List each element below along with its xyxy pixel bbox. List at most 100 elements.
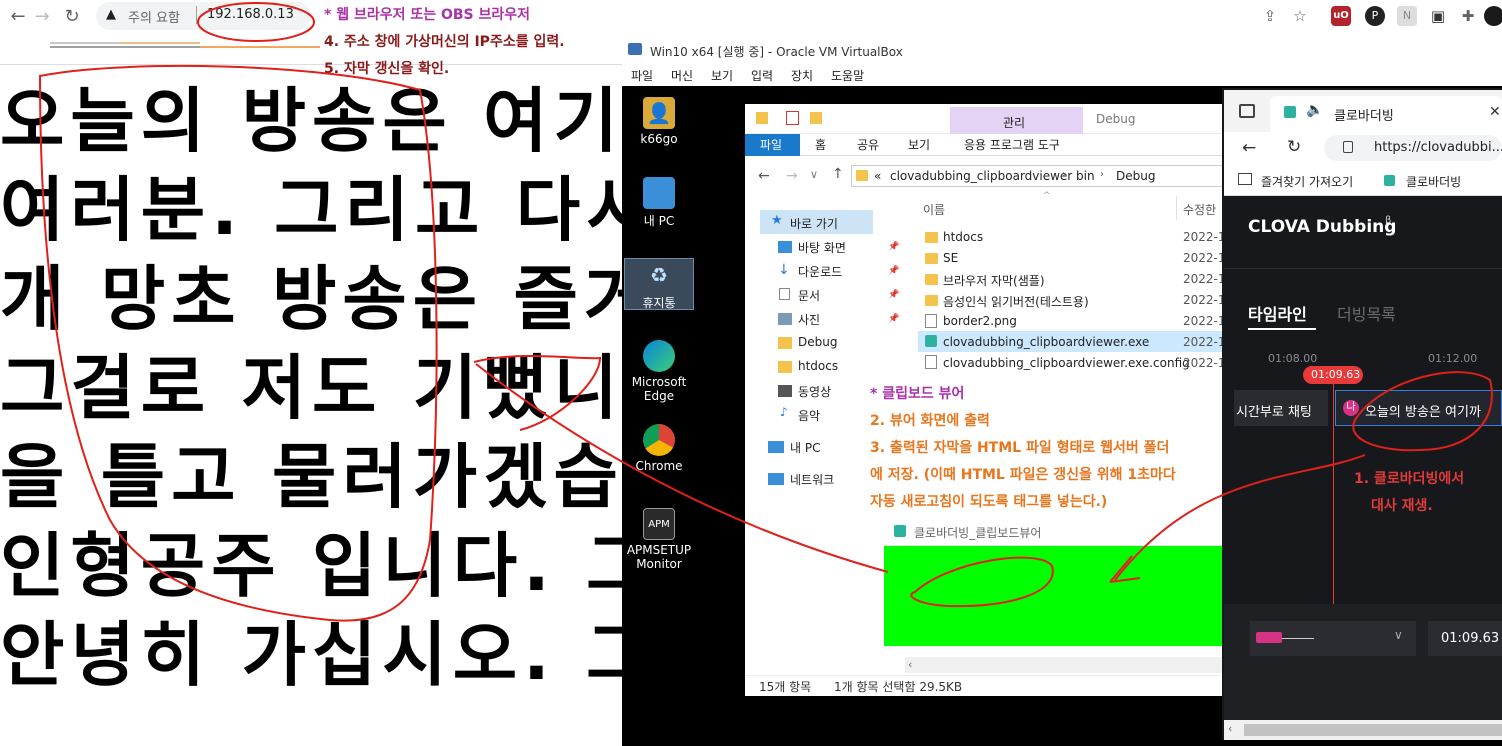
broadcast-line: 을 틀고 물러가겠습 — [0, 436, 622, 518]
vbox-menu-view[interactable]: 보기 — [711, 67, 733, 84]
file-row-name[interactable]: SE — [943, 251, 958, 265]
file-row-name[interactable]: clovadubbing_clipboardviewer.exe.config — [943, 356, 1190, 370]
chevron-down-icon[interactable]: ∨ — [1394, 628, 1403, 642]
speaker-icon[interactable]: 🔈 — [1306, 102, 1323, 118]
path-segment[interactable]: bin — [1076, 169, 1095, 183]
desktop-icon-label: 휴지통 — [642, 296, 676, 310]
manage-tab[interactable]: 관리 — [1003, 114, 1025, 131]
status-selection: 1개 항목 선택함 29.5KB — [834, 680, 963, 694]
forward-icon[interactable]: → — [30, 5, 54, 29]
desktop-icon-edge[interactable]: Microsoft Edge — [624, 340, 694, 403]
address-separator — [196, 6, 197, 24]
sidebar-item-pictures[interactable]: 사진 — [798, 311, 820, 328]
desktop-icon-user[interactable]: 👤 k66go — [624, 97, 694, 146]
pin-icon[interactable]: 📌 — [888, 314, 899, 324]
ribbon-tab-app-tools[interactable]: 응용 프로그램 도구 — [964, 136, 1060, 153]
sidebar-item-videos[interactable]: 동영상 — [798, 383, 831, 400]
scroll-left-icon[interactable]: ‹ — [1228, 722, 1232, 735]
broadcast-line: 개 망초 방송은 즐거 — [0, 258, 622, 340]
ribbon-tab-share[interactable]: 공유 — [857, 136, 879, 153]
file-row-name[interactable]: htdocs — [943, 230, 983, 244]
sidebar-item-network[interactable]: 네트워크 — [790, 471, 834, 488]
tab-actions-icon[interactable] — [1239, 104, 1255, 118]
vbox-menu-help[interactable]: 도움말 — [831, 67, 864, 84]
back-icon[interactable]: ← — [1242, 138, 1256, 158]
path-segment[interactable]: clovadubbing_clipboardviewer — [890, 169, 1072, 183]
vbox-menu-input[interactable]: 입력 — [751, 67, 773, 84]
desktop-icon-chrome[interactable]: Chrome — [624, 424, 694, 473]
share-icon[interactable]: ⇪ — [1260, 6, 1280, 26]
back-icon[interactable]: ← — [6, 5, 30, 29]
column-modified[interactable]: 수정한 — [1183, 201, 1216, 218]
clova-logo[interactable]: CLOVA Dubbing — [1248, 217, 1396, 237]
sidebar-item-quick-access[interactable]: 바로 가기 — [790, 215, 838, 232]
chevron-right-icon: › — [1100, 169, 1104, 180]
pin-icon[interactable]: 📌 — [888, 266, 899, 276]
path-overflow[interactable]: « — [874, 169, 881, 183]
ublock-extension-icon[interactable]: uO — [1331, 6, 1351, 26]
sidebar-item-downloads[interactable]: 다운로드 — [798, 263, 842, 280]
puzzle-icon[interactable]: ✚ — [1458, 6, 1478, 26]
ribbon-tab-home[interactable]: 홈 — [815, 136, 826, 153]
tab-timeline[interactable]: 타임라인 — [1248, 301, 1307, 325]
properties-icon[interactable] — [786, 111, 799, 125]
security-warning-label[interactable]: 주의 요함 — [128, 7, 180, 26]
horizontal-scrollbar[interactable] — [905, 657, 1222, 673]
reload-icon[interactable]: ↻ — [1287, 137, 1301, 157]
desktop-icon-recycle-bin[interactable]: ♻ 휴지통 — [624, 258, 694, 310]
address-url[interactable]: 192.168.0.13 — [207, 7, 294, 22]
close-tab-icon[interactable]: ✕ — [1489, 104, 1501, 120]
sidebar-item-htdocs[interactable]: htdocs — [798, 359, 838, 373]
vbox-menu-file[interactable]: 파일 — [631, 67, 653, 84]
edge-address-url[interactable]: https://clovadubbi... — [1374, 140, 1502, 155]
tab-dub-list[interactable]: 더빙목록 — [1337, 301, 1396, 325]
ribbon-tab-view[interactable]: 보기 — [908, 136, 930, 153]
download-icon: ↓ — [778, 262, 790, 278]
notion-extension-icon[interactable]: N — [1397, 6, 1417, 26]
up-arrow-icon[interactable]: ↑ — [832, 166, 844, 182]
scrollbar-thumb[interactable] — [1244, 724, 1502, 736]
star-icon[interactable]: ☆ — [1290, 6, 1310, 26]
sidebar-item-debug[interactable]: Debug — [798, 335, 837, 349]
file-row-date: 2022-1 — [1183, 356, 1226, 370]
playhead-line[interactable] — [1333, 384, 1334, 604]
back-icon[interactable]: ← — [758, 168, 770, 184]
vbox-menu-devices[interactable]: 장치 — [791, 67, 813, 84]
status-item-count: 15개 항목 — [759, 680, 812, 694]
forward-icon[interactable]: → — [786, 168, 798, 184]
desktop-icon-apmsetup[interactable]: APM APMSETUP Monitor — [624, 508, 694, 571]
sidebar-item-documents[interactable]: 문서 — [798, 287, 820, 304]
file-row-name[interactable]: border2.png — [943, 314, 1017, 328]
chevron-down-icon[interactable]: ∨ — [810, 168, 818, 181]
sidebar-item-music[interactable]: 음악 — [798, 407, 820, 424]
pin-icon[interactable]: 📌 — [888, 290, 899, 300]
edge-tab-title[interactable]: 클로바더빙 — [1334, 105, 1394, 124]
sidebar-item-this-pc[interactable]: 내 PC — [790, 439, 820, 456]
speaker-avatar-badge: 나 — [1343, 400, 1359, 416]
sidebar-item-desktop[interactable]: 바탕 화면 — [798, 239, 846, 256]
desktop-icon-this-pc[interactable]: 내 PC — [624, 177, 694, 229]
file-row-name[interactable]: clovadubbing_clipboardviewer.exe — [943, 335, 1149, 349]
warning-icon[interactable]: ▲ — [106, 7, 116, 22]
extension-p-icon[interactable]: P — [1365, 6, 1385, 26]
decor-line — [120, 42, 200, 44]
profile-avatar[interactable] — [1484, 6, 1502, 26]
file-row-name[interactable]: 브라우저 자막(샘플) — [943, 272, 1045, 289]
pin-icon[interactable]: 📌 — [888, 242, 899, 252]
favorite-clova[interactable]: 클로바더빙 — [1406, 173, 1461, 190]
ribbon-tab-file[interactable]: 파일 — [760, 136, 782, 153]
reload-icon[interactable]: ↻ — [60, 5, 84, 29]
column-name[interactable]: 이름 — [923, 201, 945, 218]
favorite-import[interactable]: 즐겨찾기 가져오기 — [1261, 173, 1353, 190]
file-row-name[interactable]: 음성인식 읽기버전(테스트용) — [943, 293, 1089, 310]
desktop-icon-label: Microsoft Edge — [631, 375, 687, 403]
extension-icon[interactable]: ▣ — [1428, 6, 1448, 26]
file-row-date: 2022-1 — [1183, 272, 1226, 286]
file-row-date: 2022-1 — [1183, 251, 1226, 265]
scroll-left-icon[interactable]: ‹ — [908, 658, 912, 671]
path-segment[interactable]: Debug — [1116, 169, 1155, 183]
desktop-icon-label: Chrome — [635, 459, 683, 473]
clova-beta: β — [1385, 215, 1392, 226]
new-folder-icon[interactable] — [810, 112, 822, 124]
vbox-menu-machine[interactable]: 머신 — [671, 67, 693, 84]
